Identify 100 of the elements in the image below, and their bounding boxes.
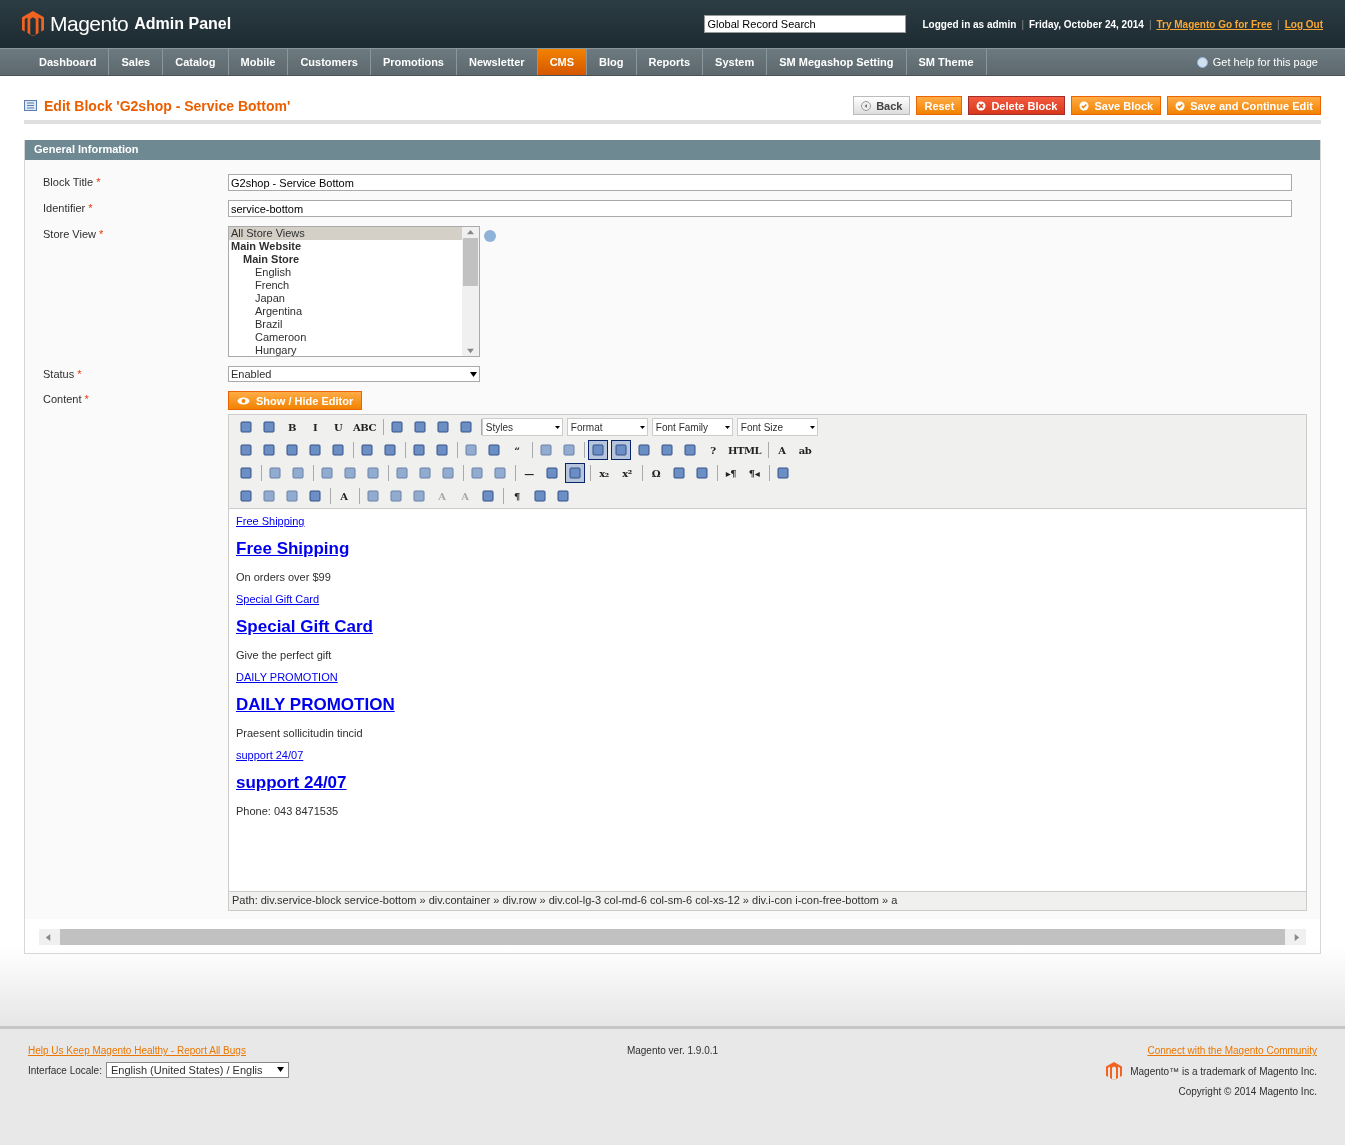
scrollbar[interactable] — [462, 227, 479, 356]
toolbar-button[interactable]: I — [305, 417, 325, 437]
toolbar-button[interactable]: ¶◂ — [744, 463, 764, 483]
identifier-field[interactable]: service-bottom — [228, 200, 1292, 217]
toolbar-button[interactable] — [588, 440, 608, 460]
store-view-option[interactable]: Hungary — [229, 344, 462, 356]
nav-tab[interactable]: Customers — [288, 49, 371, 75]
delete-icon — [976, 100, 987, 111]
toolbar-button[interactable] — [565, 463, 585, 483]
toolbar-button[interactable]: B — [282, 417, 302, 437]
store-view-option[interactable]: French — [229, 279, 462, 292]
toolbar-button[interactable]: ABC — [351, 417, 378, 437]
logged-in-text: Logged in as admin — [922, 18, 1017, 30]
status-select[interactable]: Enabled — [228, 366, 480, 382]
tool-icon — [545, 466, 559, 480]
nav-tab[interactable]: Reports — [636, 49, 704, 75]
header-link[interactable]: Try Magento Go for Free — [1156, 18, 1273, 30]
toolbar-button[interactable]: HTML — [726, 440, 763, 460]
content-heading-link[interactable]: Special Gift Card — [236, 617, 373, 637]
nav-tab[interactable]: Newsletter — [457, 49, 538, 75]
grid-icon — [24, 100, 37, 111]
content-link[interactable]: Special Gift Card — [236, 593, 320, 605]
tool-icon — [533, 489, 547, 503]
nav-tab[interactable]: Sales — [109, 49, 164, 75]
nav-tab[interactable]: SM Megashop Setting — [767, 49, 907, 75]
copyright-text: Copyright © 2014 Magento Inc. — [1178, 1086, 1317, 1098]
toolbar-button[interactable]: ? — [703, 440, 723, 460]
header-link[interactable]: Log Out — [1284, 18, 1323, 30]
locale-select[interactable]: English (United States) / Englis — [105, 1062, 289, 1078]
store-view-option[interactable]: All Store Views — [229, 227, 462, 240]
field-label: Identifier * — [43, 201, 94, 214]
tool-icon — [262, 443, 276, 457]
content-link[interactable]: DAILY PROMOTION — [236, 671, 338, 683]
help-link[interactable]: Get help for this page — [1196, 49, 1345, 75]
toolbar-select[interactable]: Styles — [481, 418, 563, 436]
tool-icon — [470, 466, 484, 480]
toolbar-button[interactable]: Ω — [646, 463, 666, 483]
element-path: Path: div.service-block service-bottom » div.container » div.row » div.col-lg-3 col-md-6 col-sm-6 col-xs-12 » div.i-con i-con-free-bottom » a — [229, 891, 1306, 910]
content-link[interactable]: support 24/07 — [236, 749, 304, 761]
toolbar-button[interactable]: — — [519, 463, 539, 483]
toolbar-button[interactable]: ab — [795, 440, 815, 460]
scroll-arrow-icon[interactable] — [45, 933, 52, 941]
toolbar-button[interactable]: A — [772, 440, 792, 460]
toolbar-button[interactable] — [611, 440, 631, 460]
toolbar-button[interactable]: x₂ — [594, 463, 614, 483]
tool-icon — [285, 443, 299, 457]
store-view-option[interactable]: Japan — [229, 292, 462, 305]
horizontal-scrollbar[interactable] — [39, 929, 1306, 945]
tool-icon — [360, 443, 374, 457]
store-view-option[interactable]: Brazil — [229, 318, 462, 331]
tool-icon — [481, 489, 495, 503]
scroll-arrow-icon[interactable] — [467, 229, 474, 236]
action-button[interactable]: Delete Block — [968, 96, 1066, 115]
action-button[interactable]: Back — [853, 96, 911, 115]
nav-tab[interactable]: Catalog — [163, 49, 229, 75]
tool-icon — [343, 466, 357, 480]
nav-tab[interactable]: Promotions — [370, 49, 457, 75]
nav-tab[interactable]: Dashboard — [27, 49, 110, 75]
tool-icon — [695, 466, 709, 480]
nav-tab[interactable]: Blog — [587, 49, 637, 75]
store-view-option[interactable]: English — [229, 266, 462, 279]
version-text: Magento ver. 1.9.0.1 — [626, 1045, 719, 1056]
toolbar-select[interactable]: Font Family — [651, 418, 733, 436]
content-heading-link[interactable]: Free Shipping — [236, 539, 350, 559]
tool-icon — [268, 466, 282, 480]
tool-icon — [776, 466, 790, 480]
tool-icon — [389, 420, 404, 434]
content-heading-link[interactable]: DAILY PROMOTION — [236, 695, 395, 715]
toolbar-button[interactable]: “ — [507, 440, 527, 460]
tool-icon — [389, 489, 403, 503]
content-heading-link[interactable]: support 24/07 — [236, 773, 347, 793]
toolbar-button[interactable]: ▸¶ — [721, 463, 741, 483]
toolbar-button[interactable]: x² — [617, 463, 637, 483]
tool-icon — [395, 466, 409, 480]
toolbar-button[interactable]: ¶ — [507, 486, 527, 506]
store-view-option[interactable]: Main Website — [229, 240, 462, 253]
scroll-arrow-icon[interactable] — [467, 347, 474, 354]
toolbar-button[interactable]: U — [328, 417, 348, 437]
nav-tab[interactable]: Mobile — [228, 49, 289, 75]
tool-icon — [331, 443, 345, 457]
store-view-option[interactable]: Cameroon — [229, 331, 462, 344]
global-search-field[interactable]: Global Record Search — [704, 15, 907, 33]
tool-icon — [239, 420, 253, 434]
store-view-list[interactable]: All Store Views Main Website Main Store English French Japan Argentina Brazil Cameroon Hungary — [228, 226, 480, 357]
magento-logo-icon — [1106, 1062, 1123, 1081]
scroll-arrow-icon[interactable] — [1293, 933, 1300, 941]
page-title: Edit Block 'G2shop - Service Bottom' — [44, 97, 291, 114]
logo-suffix: Admin Panel — [134, 15, 232, 33]
nav-tab[interactable]: System — [703, 49, 768, 75]
toolbar-select[interactable]: Font Size — [736, 418, 818, 436]
required-mark: * — [99, 228, 104, 240]
tool-icon — [308, 443, 322, 457]
content-link[interactable]: Free Shipping — [236, 515, 305, 527]
toolbar-select[interactable]: Format — [566, 418, 648, 436]
block-title-field[interactable]: G2shop - Service Bottom — [228, 174, 1292, 191]
toolbar-button[interactable]: A — [334, 486, 354, 506]
content-text: On orders over $99 — [236, 571, 332, 583]
store-view-option[interactable]: Main Store — [229, 253, 462, 266]
store-view-option[interactable]: Argentina — [229, 305, 462, 318]
nav-tab[interactable]: SM Theme — [906, 49, 987, 75]
